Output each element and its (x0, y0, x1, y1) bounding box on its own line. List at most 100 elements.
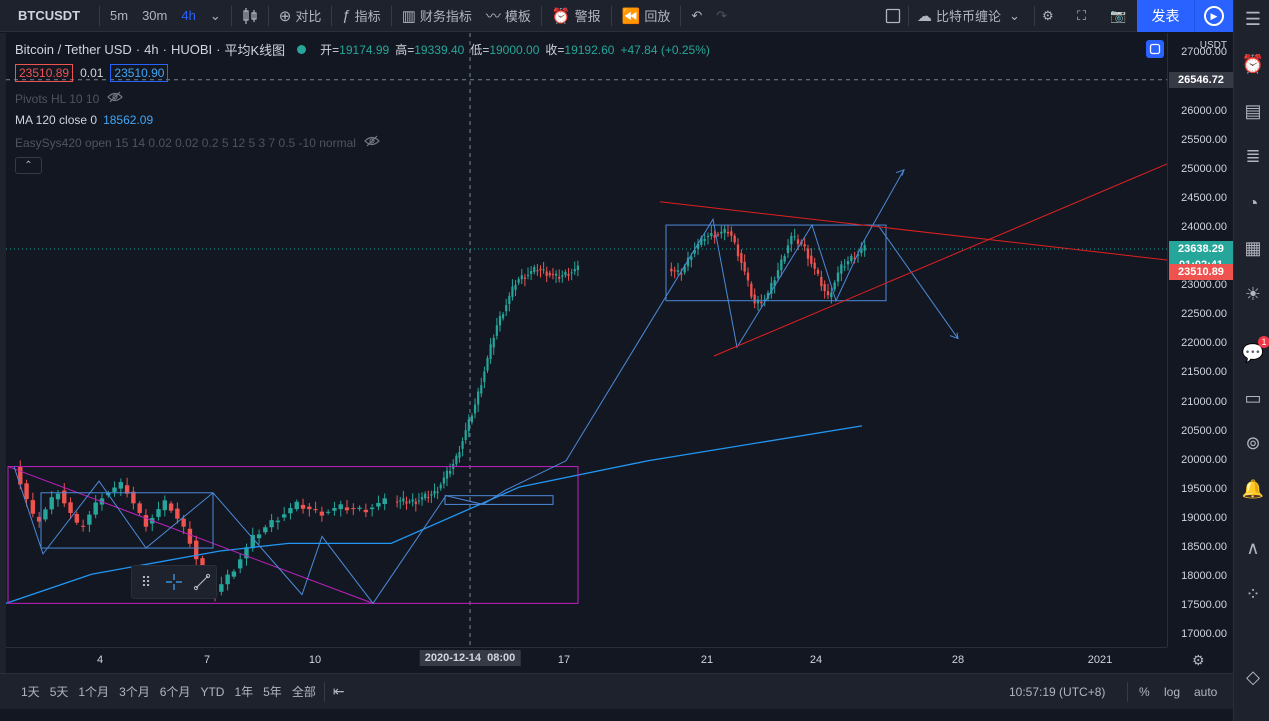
candle-body (461, 441, 464, 449)
streams-icon[interactable]: ⊚ (1242, 432, 1264, 454)
low-label: 低= (470, 43, 490, 57)
play-button[interactable]: ▶ (1194, 0, 1233, 32)
settings-gear-icon[interactable]: ⚙ (1035, 0, 1061, 32)
price-tick-label: 22000.00 (1181, 337, 1227, 350)
drawing-floating-toolbar[interactable]: ⠿ (131, 565, 217, 599)
indicator-easysys[interactable]: EasySys420 open 15 14 0.02 0.02 0.2 5 12… (15, 135, 380, 150)
candle-body (357, 507, 362, 509)
undo-icon[interactable]: ↶ (684, 0, 709, 32)
range-5d[interactable]: 5天 (45, 683, 74, 700)
candle-body (790, 235, 793, 245)
auto-toggle[interactable]: auto (1189, 685, 1222, 699)
candle-body (723, 228, 726, 233)
price-tick-label: 26000.00 (1181, 104, 1227, 117)
range-1y[interactable]: 1年 (229, 683, 258, 700)
candle-body (833, 282, 836, 290)
chart-canvas[interactable] (5, 33, 1168, 647)
trendline-tool-icon[interactable] (188, 566, 216, 598)
indicator-ma[interactable]: MA 120 close 0 18562.09 (15, 113, 153, 127)
range-ytd[interactable]: YTD (195, 685, 229, 699)
crosshair-tool-icon[interactable] (160, 566, 188, 598)
legend-interval: 4h (144, 42, 159, 57)
news-icon[interactable]: ≣ (1242, 145, 1264, 167)
range-1d[interactable]: 1天 (16, 683, 45, 700)
bid-price-box[interactable]: 23510.89 (15, 64, 74, 82)
ideas-lightbulb-icon[interactable]: ☀ (1242, 283, 1264, 305)
compare-button[interactable]: ⊕ 对比 (272, 0, 329, 32)
trend-icon[interactable]: ∧ (1242, 537, 1264, 559)
candle-body (87, 514, 92, 525)
candle-body (495, 325, 498, 336)
trendline-resistance (659, 201, 1168, 261)
clock-timezone[interactable]: 10:57:19 (UTC+8) (1004, 685, 1110, 699)
symbol-search[interactable]: BTCUSDT (0, 0, 96, 32)
high-label: 高= (395, 43, 415, 57)
range-6m[interactable]: 6个月 (155, 683, 196, 700)
layers-icon[interactable]: ◇ (1242, 666, 1264, 688)
chevron-down-icon[interactable]: ⌄ (203, 0, 228, 32)
candle-body (517, 279, 520, 283)
candle-body (420, 497, 424, 500)
candle-body (536, 270, 539, 272)
ask-price-box[interactable]: 23510.90 (110, 64, 169, 82)
grid-dots-icon[interactable]: ⁘ (1242, 583, 1264, 605)
indicator-pivots[interactable]: Pivots HL 10 10 (15, 91, 124, 106)
range-all[interactable]: 全部 (287, 683, 321, 700)
alert-button[interactable]: ⏰ 警报 (545, 0, 608, 32)
collapse-legend-button[interactable]: ⌃ (15, 157, 42, 174)
candle-body (112, 487, 117, 492)
candle-body (24, 483, 29, 500)
candle-body (796, 239, 800, 244)
messages-icon[interactable]: ▭ (1242, 387, 1264, 409)
range-5y[interactable]: 5年 (258, 683, 287, 700)
candle-body (219, 584, 224, 592)
candle-body (813, 262, 816, 269)
financials-button[interactable]: ▥ 财务指标 (395, 0, 479, 32)
indicators-button[interactable]: ƒ 指标 (335, 0, 387, 32)
replay-button[interactable]: ⏪ 回放 (615, 0, 678, 32)
data-window-icon[interactable]: ▤ (1242, 100, 1264, 122)
interval-4h[interactable]: 4h (174, 0, 202, 32)
camera-icon[interactable]: 📷 (1103, 0, 1133, 32)
calendar-icon[interactable]: ▦ (1242, 237, 1264, 259)
price-tick-label: 19000.00 (1181, 511, 1227, 524)
drag-handle-icon[interactable]: ⠿ (132, 566, 160, 598)
fullscreen-icon[interactable]: ⛶ (1070, 0, 1093, 32)
go-to-date-icon[interactable]: ⇤ (328, 683, 350, 700)
hotlist-icon[interactable]: ◔ (1242, 192, 1264, 214)
chart-svg[interactable] (5, 33, 1168, 647)
layout-name-button[interactable]: ☁ 比特币缠论 ⌄ (910, 0, 1027, 32)
interval-5m[interactable]: 5m (103, 0, 135, 32)
range-1m[interactable]: 1个月 (73, 683, 114, 700)
candle-body (756, 299, 760, 304)
publish-button[interactable]: 发表 (1137, 0, 1194, 32)
alarm-clock-icon[interactable]: ⏰ (1242, 53, 1264, 75)
watchlist-icon[interactable]: ☰ (1242, 8, 1264, 30)
price-axis[interactable]: USDT27000.0026500.0026000.0025500.002500… (1167, 33, 1233, 647)
log-toggle[interactable]: log (1159, 685, 1185, 699)
dot-separator: · (216, 42, 221, 57)
candle-body (455, 455, 458, 465)
interval-30m[interactable]: 30m (135, 0, 174, 32)
templates-button[interactable]: 〰模板 (479, 0, 538, 32)
candle-body (402, 498, 405, 502)
candle-body (803, 244, 806, 247)
eye-crossed-icon[interactable] (107, 91, 124, 106)
percent-toggle[interactable]: % (1134, 685, 1155, 699)
candle-body (351, 508, 356, 510)
range-3m[interactable]: 3个月 (114, 683, 155, 700)
candle-style-icon[interactable] (235, 0, 265, 32)
indicator-easysys-label: EasySys420 open 15 14 0.02 0.02 0.2 5 12… (15, 135, 356, 150)
time-tick-label: 28 (951, 654, 965, 666)
fit-screen-icon[interactable] (1146, 40, 1164, 58)
time-axis-settings-icon[interactable]: ⚙ (1192, 652, 1205, 669)
candle-body (74, 514, 80, 523)
notifications-bell-icon[interactable]: 🔔 (1242, 478, 1264, 500)
bid-ask-row: 23510.89 0.01 23510.90 (15, 64, 169, 82)
eye-crossed-icon[interactable] (364, 135, 380, 150)
redo-icon[interactable]: ↷ (709, 0, 734, 32)
time-axis[interactable]: ⚙ 4 7 10 17 21 24 28 2021 2020-12-14 08:00 (6, 647, 1205, 673)
candle-body (256, 534, 262, 539)
candle-body (680, 273, 683, 275)
fullscreen-square-icon[interactable] (878, 0, 908, 32)
